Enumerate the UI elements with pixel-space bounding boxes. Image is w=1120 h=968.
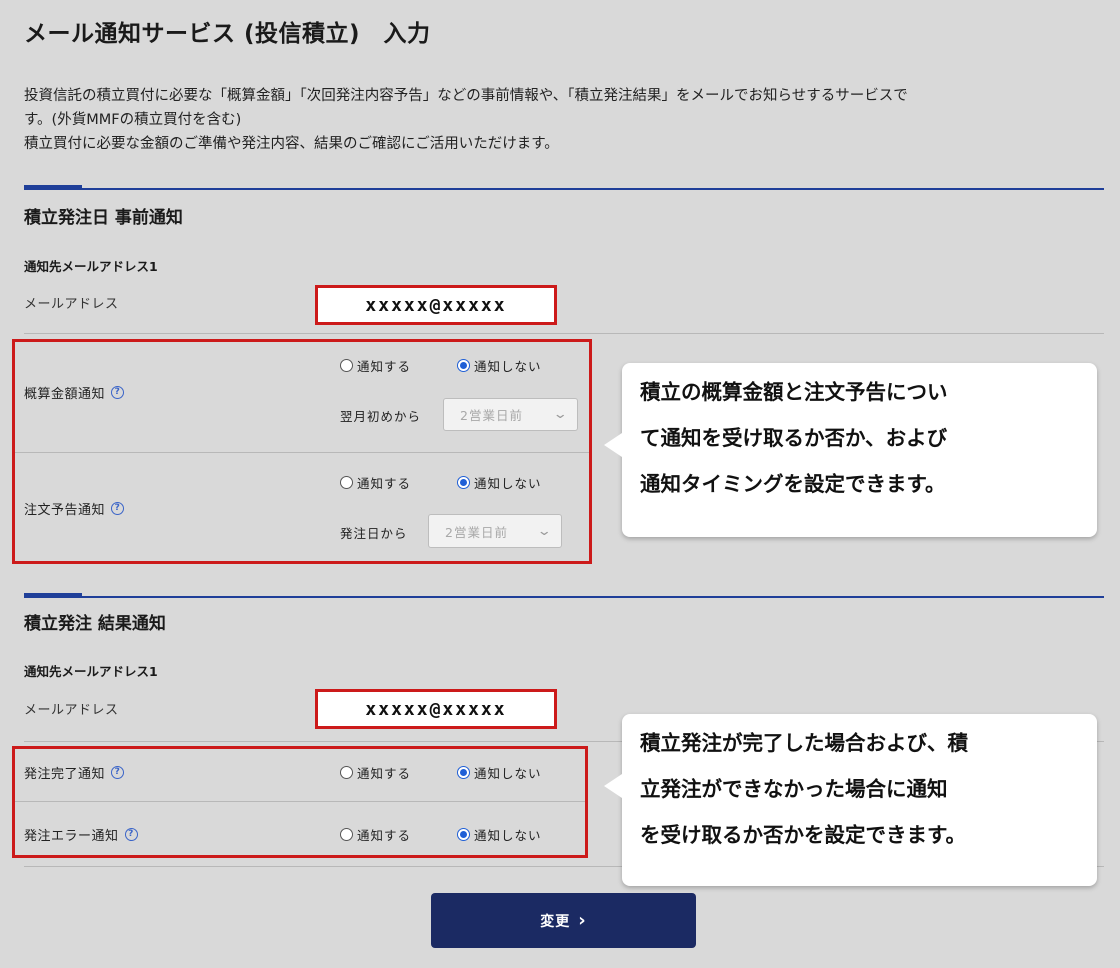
divider	[15, 801, 585, 802]
page-title: メール通知サービス (投信積立) 入力	[24, 21, 431, 47]
help-icon[interactable]: ?	[111, 502, 125, 515]
radio-error-off[interactable]: 通知しない	[457, 825, 542, 844]
callout-line: 積立の概算金額と注文予告につい	[640, 380, 948, 404]
preview-notice-label-text: 注文予告通知	[24, 503, 106, 518]
radio-complete-on[interactable]: 通知する	[340, 763, 411, 782]
address-heading: 通知先メールアドレス1	[24, 664, 158, 679]
radio-unchecked-icon	[340, 766, 353, 779]
radio-label: 通知する	[357, 766, 412, 781]
section-divider	[24, 185, 1104, 190]
callout-advance: 積立の概算金額と注文予告につい て通知を受け取るか否か、および 通知タイミングを…	[604, 363, 1097, 537]
change-button-label: 変更	[540, 913, 571, 930]
radio-label: 通知しない	[474, 359, 542, 374]
section-divider	[24, 593, 1104, 598]
intro-text: 投資信託の積立買付に必要な「概算金額」「次回発注内容予告」などの事前情報や、「積…	[24, 84, 1104, 156]
error-notice-label-text: 発注エラー通知	[24, 829, 119, 844]
estimate-timing-select[interactable]: 2営業日前 ⌄	[443, 398, 578, 431]
complete-notice-label-text: 発注完了通知	[24, 767, 106, 782]
radio-label: 通知する	[357, 359, 412, 374]
preview-notice-label: 注文予告通知 ?	[24, 499, 125, 518]
complete-notice-label: 発注完了通知 ?	[24, 763, 125, 782]
callout-line: て通知を受け取るか否か、および	[640, 426, 948, 450]
radio-label: 通知しない	[474, 828, 542, 843]
divider	[15, 452, 589, 453]
callout-line: を受け取るか否かを設定できます。	[640, 823, 966, 847]
radio-estimate-off[interactable]: 通知しない	[457, 356, 542, 375]
radio-label: 通知する	[357, 476, 412, 491]
preview-timing-select[interactable]: 2営業日前 ⌄	[428, 514, 562, 548]
divider	[24, 333, 1104, 334]
radio-estimate-on[interactable]: 通知する	[340, 356, 411, 375]
help-icon[interactable]: ?	[111, 386, 125, 399]
estimate-notice-label: 概算金額通知 ?	[24, 383, 125, 402]
select-value: 2営業日前	[445, 524, 508, 540]
section-title-advance: 積立発注日 事前通知	[24, 208, 183, 228]
callout-result: 積立発注が完了した場合および、積 立発注ができなかった場合に通知 を受け取るか否…	[604, 714, 1097, 886]
chevron-down-icon: ⌄	[536, 523, 554, 539]
radio-complete-off[interactable]: 通知しない	[457, 763, 542, 782]
intro-line: 投資信託の積立買付に必要な「概算金額」「次回発注内容予告」などの事前情報や、「積…	[24, 88, 908, 104]
estimate-notice-label-text: 概算金額通知	[24, 387, 106, 402]
radio-label: 通知しない	[474, 476, 542, 491]
radio-preview-off[interactable]: 通知しない	[457, 473, 542, 492]
callout-line: 積立発注が完了した場合および、積	[640, 731, 968, 755]
radio-unchecked-icon	[340, 828, 353, 841]
chevron-right-icon: ›	[578, 909, 587, 931]
help-icon[interactable]: ?	[111, 766, 125, 779]
callout-line: 立発注ができなかった場合に通知	[640, 777, 948, 801]
radio-checked-icon	[457, 828, 470, 841]
change-button[interactable]: 変更 ›	[431, 893, 696, 948]
email-label: メールアドレス	[24, 703, 119, 718]
radio-error-on[interactable]: 通知する	[340, 825, 411, 844]
chevron-down-icon: ⌄	[552, 407, 570, 422]
radio-preview-on[interactable]: 通知する	[340, 473, 411, 492]
intro-line: す。(外貨MMFの積立買付を含む)	[24, 112, 242, 128]
email-field-result[interactable]: xxxxx@xxxxx	[315, 689, 557, 729]
radio-unchecked-icon	[340, 359, 353, 372]
intro-line: 積立買付に必要な金額のご準備や発注内容、結果のご確認にご活用いただけます。	[24, 136, 559, 152]
radio-label: 通知する	[357, 828, 412, 843]
estimate-timing-label: 翌月初めから	[340, 409, 422, 424]
radio-unchecked-icon	[340, 476, 353, 489]
email-label: メールアドレス	[24, 297, 119, 312]
callout-line: 通知タイミングを設定できます。	[640, 472, 946, 496]
email-field-advance[interactable]: xxxxx@xxxxx	[315, 285, 557, 325]
select-value: 2営業日前	[460, 408, 523, 423]
section-title-result: 積立発注 結果通知	[24, 614, 166, 634]
radio-checked-icon	[457, 476, 470, 489]
radio-checked-icon	[457, 766, 470, 779]
preview-timing-label: 発注日から	[340, 526, 408, 541]
radio-label: 通知しない	[474, 766, 542, 781]
error-notice-label: 発注エラー通知 ?	[24, 825, 138, 844]
address-heading: 通知先メールアドレス1	[24, 259, 158, 274]
radio-checked-icon	[457, 359, 470, 372]
help-icon[interactable]: ?	[124, 828, 138, 841]
